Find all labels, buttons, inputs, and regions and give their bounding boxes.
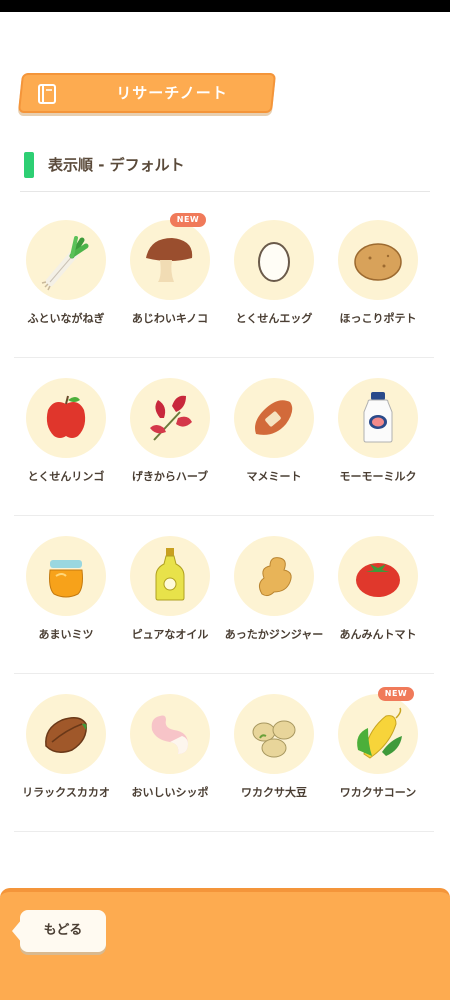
ingredient-label: ふといながねぎ: [27, 312, 105, 325]
ingredient-item-egg[interactable]: とくせんエッグ: [222, 218, 326, 348]
ingredient-item-tomato[interactable]: あんみんトマト: [326, 534, 430, 664]
ingredient-grid: ふといながねぎ NEW あじわいキノコ とくせんエッグ ほっこりポテト とくせん…: [14, 200, 434, 832]
ingredient-label: とくせんエッグ: [235, 312, 313, 325]
tail-icon: [151, 715, 188, 754]
title-banner: リサーチノート: [17, 73, 277, 113]
soybean-icon: [252, 720, 296, 758]
ingredient-item-cacao[interactable]: リラックスカカオ: [14, 692, 118, 822]
ingredient-label: モーモーミルク: [339, 470, 417, 483]
book-icon: [38, 84, 56, 104]
milk-icon: [363, 392, 393, 443]
ingredient-label: ワカクサ大豆: [241, 786, 307, 799]
ingredient-item-corn[interactable]: NEW ワカクサコーン: [326, 687, 430, 822]
ingredient-item-oil[interactable]: ピュアなオイル: [118, 534, 222, 664]
ingredient-label: おいしいシッポ: [131, 786, 209, 799]
potato-icon: [354, 243, 402, 281]
ingredient-label: あじわいキノコ: [131, 312, 209, 325]
ingredient-label: ほっこりポテト: [339, 312, 417, 325]
divider: [20, 191, 430, 192]
grid-row: あまいミツ ピュアなオイル あったかジンジャー あんみんトマト: [14, 516, 434, 674]
back-button[interactable]: もどる: [12, 910, 106, 952]
egg-icon: [258, 242, 290, 282]
ingredient-label: あまいミツ: [38, 628, 94, 641]
ingredient-label: あんみんトマト: [339, 628, 417, 641]
ingredient-label: リラックスカカオ: [22, 786, 110, 799]
cacao-icon: [45, 717, 87, 753]
ingredient-label: あったかジンジャー: [224, 628, 324, 641]
ginger-icon: [258, 557, 292, 597]
status-bar: [0, 0, 450, 12]
ingredient-item-soybean[interactable]: ワカクサ大豆: [222, 692, 326, 822]
ingredient-label: げきからハーブ: [131, 470, 209, 483]
grid-row: とくせんリンゴ げきからハーブ マメミート モーモーミルク: [14, 358, 434, 516]
ingredient-item-ginger[interactable]: あったかジンジャー: [222, 534, 326, 664]
ingredient-item-meat[interactable]: マメミート: [222, 376, 326, 506]
mushroom-icon: [146, 238, 193, 282]
back-button-label: もどる: [43, 923, 83, 938]
oil-icon: [155, 548, 185, 601]
page-title: リサーチノート: [116, 84, 228, 102]
leek-icon: [41, 236, 89, 291]
ingredient-label: ワカクサコーン: [339, 786, 417, 799]
ingredient-item-apple[interactable]: とくせんリンゴ: [14, 376, 118, 506]
herb-icon: [150, 395, 192, 441]
ingredient-label: とくせんリンゴ: [27, 470, 105, 483]
ingredient-item-milk[interactable]: モーモーミルク: [326, 376, 430, 506]
apple-icon: [46, 395, 86, 438]
grid-row: ふといながねぎ NEW あじわいキノコ とくせんエッグ ほっこりポテト: [14, 200, 434, 358]
new-badge: NEW: [170, 213, 206, 227]
ingredient-item-herb[interactable]: げきからハーブ: [118, 376, 222, 506]
ingredient-item-leek[interactable]: ふといながねぎ: [14, 218, 118, 348]
ingredient-item-potato[interactable]: ほっこりポテト: [326, 218, 430, 348]
ingredient-item-mushroom[interactable]: NEW あじわいキノコ: [118, 213, 222, 348]
sort-order-label: 表示順 - デフォルト: [48, 156, 185, 174]
new-badge: NEW: [378, 687, 414, 701]
ingredient-label: マメミート: [246, 470, 302, 483]
meat-icon: [255, 400, 293, 435]
sort-accent-bar: [24, 152, 34, 178]
corn-icon: [357, 707, 402, 759]
grid-row: リラックスカカオ おいしいシッポ ワカクサ大豆 NEW ワカクサコーン: [14, 674, 434, 832]
sort-order-selector[interactable]: 表示順 - デフォルト: [22, 150, 432, 180]
tomato-icon: [356, 563, 400, 597]
ingredient-item-tail[interactable]: おいしいシッポ: [118, 692, 222, 822]
ingredient-label: ピュアなオイル: [131, 628, 209, 641]
ingredient-item-honey[interactable]: あまいミツ: [14, 534, 118, 664]
honey-icon: [49, 560, 83, 598]
